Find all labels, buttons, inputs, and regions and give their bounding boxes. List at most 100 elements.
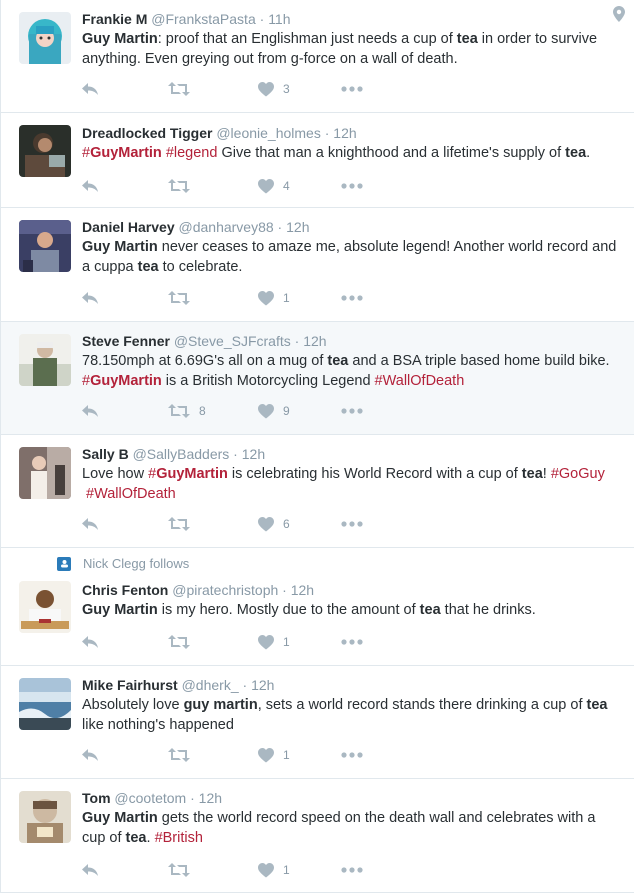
tweet-header: Chris Fenton @piratechristoph · 12h (82, 581, 615, 599)
separator-dot: · (186, 790, 199, 806)
more-icon (341, 408, 363, 414)
like-count: 4 (283, 179, 290, 193)
tweet-timestamp[interactable]: 12h (291, 582, 314, 598)
avatar[interactable] (19, 791, 71, 843)
reply-button[interactable] (81, 289, 99, 307)
tweet[interactable]: Daniel Harvey @danharvey88 · 12h Guy Mart… (1, 208, 634, 322)
like-button[interactable]: 6 (258, 515, 290, 533)
heart-icon (258, 81, 274, 97)
tweet-header: Tom @cootetom · 12h (82, 789, 615, 807)
more-button[interactable] (341, 861, 363, 879)
separator-dot: · (238, 677, 252, 693)
retweet-button[interactable] (168, 80, 199, 98)
like-button[interactable]: 1 (258, 633, 290, 651)
author-username[interactable]: @SallyBadders (133, 446, 230, 462)
separator-dot: · (229, 446, 242, 462)
author-username[interactable]: @dherk_ (182, 677, 239, 693)
tweet-text: Guy Martin never ceases to amaze me, abs… (82, 239, 617, 275)
more-button[interactable] (341, 633, 363, 651)
like-button[interactable]: 1 (258, 289, 290, 307)
tweet-text: Guy Martin: proof that an Englishman jus… (82, 31, 598, 67)
retweet-icon (168, 634, 190, 650)
tweet-header: Mike Fairhurst @dherk_ · 12h (82, 676, 615, 694)
more-button[interactable] (341, 746, 363, 764)
retweet-button[interactable] (168, 746, 199, 764)
tweet[interactable]: Sally B @SallyBadders · 12h Love how #Guy… (1, 435, 634, 548)
author-name[interactable]: Chris Fenton (82, 582, 168, 598)
more-icon (341, 867, 363, 873)
like-button[interactable]: 4 (258, 177, 290, 195)
reply-button[interactable] (81, 402, 99, 420)
tweet-timestamp[interactable]: 11h (268, 11, 290, 27)
tweet[interactable]: Nick Clegg follows Chris Fenton @piratech… (1, 548, 634, 666)
author-username[interactable]: @leonie_holmes (216, 125, 321, 141)
author-name[interactable]: Mike Fairhurst (82, 677, 178, 693)
author-name[interactable]: Steve Fenner (82, 333, 170, 349)
reply-button[interactable] (81, 80, 99, 98)
author-name[interactable]: Dreadlocked Tigger (82, 125, 212, 141)
tweet[interactable]: Tom @cootetom · 12h Guy Martin gets the w… (1, 779, 634, 893)
reply-button[interactable] (81, 861, 99, 879)
heart-icon (258, 178, 274, 194)
reply-button[interactable] (81, 633, 99, 651)
tweet[interactable]: Steve Fenner @Steve_SJFcrafts · 12h 78.15… (1, 322, 634, 435)
reply-button[interactable] (81, 515, 99, 533)
tweet-timestamp[interactable]: 12h (242, 446, 265, 462)
tweet[interactable]: Frankie M @FrankstaPasta · 11h Guy Martin… (1, 0, 634, 113)
avatar[interactable] (19, 334, 71, 386)
more-button[interactable] (341, 177, 363, 195)
avatar[interactable] (19, 447, 71, 499)
like-count: 9 (283, 404, 290, 418)
tweet-timestamp[interactable]: 12h (199, 790, 222, 806)
author-username[interactable]: @FrankstaPasta (151, 11, 255, 27)
tweet-header: Steve Fenner @Steve_SJFcrafts · 12h (82, 332, 615, 350)
reply-button[interactable] (81, 746, 99, 764)
tweet-timestamp[interactable]: 12h (286, 219, 309, 235)
like-count: 1 (283, 635, 290, 649)
tweet-header: Daniel Harvey @danharvey88 · 12h (82, 218, 615, 236)
avatar[interactable] (19, 581, 71, 633)
heart-icon (258, 862, 274, 878)
like-button[interactable]: 1 (258, 746, 290, 764)
reply-button[interactable] (81, 177, 99, 195)
heart-icon (258, 290, 274, 306)
separator-dot: · (273, 219, 287, 235)
more-icon (341, 752, 363, 758)
author-name[interactable]: Frankie M (82, 11, 147, 27)
author-name[interactable]: Daniel Harvey (82, 219, 175, 235)
avatar[interactable] (19, 125, 71, 177)
retweet-button[interactable] (168, 515, 199, 533)
like-button[interactable]: 1 (258, 861, 290, 879)
retweet-button[interactable] (168, 633, 199, 651)
reply-icon (81, 403, 99, 419)
avatar[interactable] (19, 678, 71, 730)
retweet-button[interactable] (168, 177, 199, 195)
author-username[interactable]: @piratechristoph (172, 582, 278, 598)
tweet-text: Guy Martin gets the world record speed o… (82, 810, 596, 846)
author-username[interactable]: @cootetom (114, 790, 186, 806)
author-username[interactable]: @Steve_SJFcrafts (174, 333, 291, 349)
tweet-timestamp[interactable]: 12h (333, 125, 356, 141)
avatar[interactable] (19, 12, 71, 64)
tweet[interactable]: Dreadlocked Tigger @leonie_holmes · 12h #… (1, 113, 634, 208)
more-button[interactable] (341, 515, 363, 533)
reply-icon (81, 516, 99, 532)
retweet-icon (168, 178, 190, 194)
author-username[interactable]: @danharvey88 (179, 219, 274, 235)
avatar[interactable] (19, 220, 71, 272)
retweet-button[interactable]: 8 (168, 402, 206, 420)
author-name[interactable]: Tom (82, 790, 111, 806)
tweet[interactable]: Mike Fairhurst @dherk_ · 12h Absolutely l… (1, 666, 634, 779)
location-icon[interactable] (613, 6, 625, 27)
retweet-button[interactable] (168, 289, 199, 307)
tweet-timestamp[interactable]: 12h (251, 677, 274, 693)
separator-dot: · (278, 582, 291, 598)
tweet-timestamp[interactable]: 12h (303, 333, 326, 349)
like-button[interactable]: 9 (258, 402, 290, 420)
more-button[interactable] (341, 402, 363, 420)
like-button[interactable]: 3 (258, 80, 290, 98)
more-button[interactable] (341, 289, 363, 307)
retweet-button[interactable] (168, 861, 199, 879)
more-button[interactable] (341, 80, 363, 98)
author-name[interactable]: Sally B (82, 446, 129, 462)
